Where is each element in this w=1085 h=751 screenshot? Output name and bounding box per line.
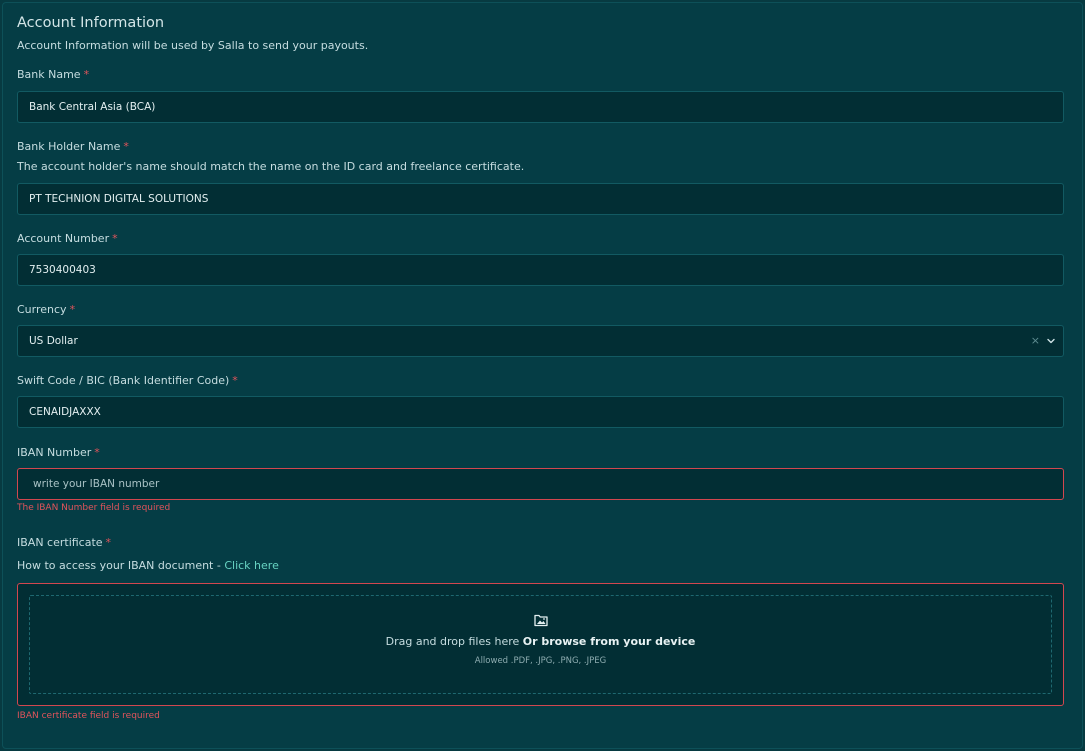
required-mark: * [69,303,76,316]
swift-code-value: CENAIDJAXXX [29,406,101,418]
swift-code-label-text: Swift Code / BIC (Bank Identifier Code) [17,374,230,387]
bank-name-label-text: Bank Name [17,68,81,81]
iban-certificate-label-text: IBAN certificate [17,536,103,549]
currency-value: US Dollar [29,335,78,347]
iban-help-prefix: How to access your IBAN document - [17,559,225,572]
required-mark: * [232,374,238,387]
currency-select[interactable]: US Dollar × [17,325,1064,357]
account-number-label-text: Account Number [17,232,110,245]
browse-device-link[interactable]: Or browse from your device [523,635,696,648]
iban-help-link[interactable]: Click here [224,559,279,572]
dropzone-drag-text: Drag and drop files here [385,635,523,648]
swift-code-label: Swift Code / BIC (Bank Identifier Code) * [17,374,238,387]
iban-help-text: How to access your IBAN document - Click… [17,559,279,572]
dropzone-text: Drag and drop files here Or browse from … [386,635,696,648]
holder-name-value: PT TECHNION DIGITAL SOLUTIONS [29,193,209,205]
currency-label-text: Currency [17,303,67,316]
bank-name-field[interactable]: Bank Central Asia (BCA) [17,91,1064,123]
allowed-file-types: Allowed .PDF, .JPG, .PNG, .JPEG [474,656,607,666]
file-dropzone[interactable]: Drag and drop files here Or browse from … [17,583,1064,706]
image-file-icon [533,614,548,627]
section-subtitle: Account Information will be used by Sall… [17,39,369,52]
iban-number-label: IBAN Number * [17,446,100,459]
iban-certificate-error: IBAN certificate field is required [17,711,160,721]
iban-number-input[interactable] [17,468,1064,500]
iban-certificate-label: IBAN certificate * [17,536,111,549]
iban-number-label-text: IBAN Number [17,446,92,459]
holder-name-field[interactable]: PT TECHNION DIGITAL SOLUTIONS [17,183,1064,215]
chevron-down-icon[interactable] [1045,335,1057,347]
clear-icon[interactable]: × [1031,334,1040,347]
currency-select-controls: × [1031,334,1057,347]
required-mark: * [83,68,90,81]
required-mark: * [123,140,129,153]
swift-code-field[interactable]: CENAIDJAXXX [17,396,1064,428]
account-number-field[interactable]: 7530400403 [17,254,1064,286]
account-number-value: 7530400403 [29,264,96,276]
section-title: Account Information [17,15,165,31]
required-mark: * [112,232,118,245]
required-mark: * [94,446,100,459]
holder-name-hint: The account holder's name should match t… [17,160,525,173]
currency-label: Currency * [17,303,75,316]
holder-name-label: Bank Holder Name * [17,140,129,153]
required-mark: * [105,536,112,549]
bank-name-label: Bank Name * [17,68,89,81]
iban-number-error: The IBAN Number field is required [17,503,171,513]
bank-name-value: Bank Central Asia (BCA) [29,101,156,113]
file-dropzone-inner[interactable]: Drag and drop files here Or browse from … [29,595,1052,694]
holder-name-label-text: Bank Holder Name [17,140,121,153]
account-number-label: Account Number * [17,232,118,245]
